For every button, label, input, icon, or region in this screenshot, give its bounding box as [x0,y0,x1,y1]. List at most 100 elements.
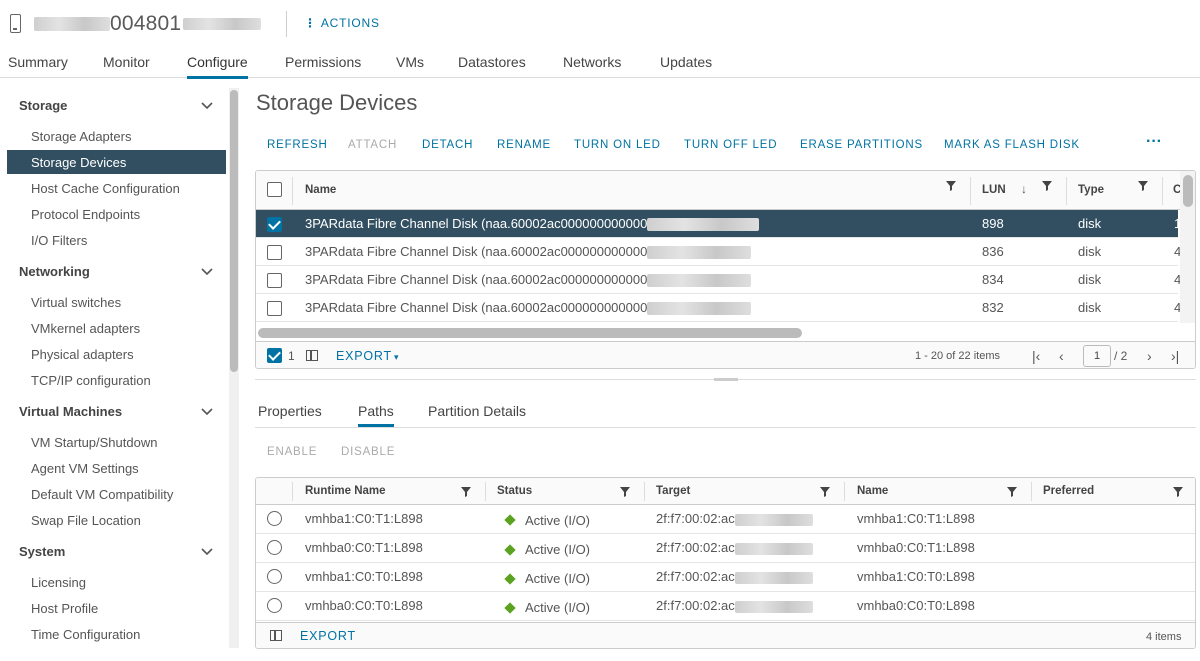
column-divider[interactable] [1066,177,1067,205]
actions-button[interactable]: ⋮ ACTIONS [304,16,380,30]
horizontal-scrollbar-thumb[interactable] [258,328,802,338]
table-row[interactable]: vmhba1:C0:T0:L898 Active (I/O) 2f:f7:00:… [256,563,1195,592]
column-header-lun[interactable]: LUN [982,184,1006,196]
filter-icon[interactable] [620,487,630,497]
column-divider[interactable] [970,177,971,205]
column-header-target[interactable]: Target [656,485,690,497]
row-checkbox[interactable] [267,273,282,288]
tab-vms[interactable]: VMs [396,54,424,70]
table-row[interactable]: 3PARdata Fibre Channel Disk (naa.60002ac… [256,238,1181,266]
row-radio[interactable] [267,598,282,613]
tab-networks[interactable]: Networks [563,54,621,70]
detach-button[interactable]: DETACH [422,139,473,151]
row-checkbox[interactable] [267,217,282,232]
sidebar-item-tcpip[interactable]: TCP/IP configuration [31,373,151,388]
tab-properties[interactable]: Properties [258,403,322,419]
sidebar-item-swap-file[interactable]: Swap File Location [31,513,141,528]
row-checkbox[interactable] [267,301,282,316]
table-row[interactable]: vmhba1:C0:T1:L898 Active (I/O) 2f:f7:00:… [256,505,1195,534]
tab-configure[interactable]: Configure [187,54,248,79]
sidebar-section-virtual-machines[interactable]: Virtual Machines [19,404,122,419]
filter-icon[interactable] [1042,181,1052,191]
sidebar-item-host-cache[interactable]: Host Cache Configuration [31,181,180,196]
sidebar-item-vm-startup[interactable]: VM Startup/Shutdown [31,435,157,450]
table-row[interactable]: vmhba0:C0:T1:L898 Active (I/O) 2f:f7:00:… [256,534,1195,563]
mark-flash-disk-button[interactable]: MARK AS FLASH DISK [944,139,1080,151]
sidebar-item-physical-adapters[interactable]: Physical adapters [31,347,134,362]
sidebar-item-time-config[interactable]: Time Configuration [31,627,140,642]
tab-permissions[interactable]: Permissions [285,54,361,70]
column-header-preferred[interactable]: Preferred [1043,485,1094,497]
column-toggle-icon[interactable] [306,350,318,361]
more-actions-icon[interactable]: ··· [1146,133,1162,151]
tab-updates[interactable]: Updates [660,54,712,70]
column-divider[interactable] [1162,177,1163,205]
column-toggle-icon[interactable] [270,630,282,641]
column-divider[interactable] [844,482,845,501]
column-divider[interactable] [1031,482,1032,501]
table-row[interactable]: vmhba0:C0:T0:L898 Active (I/O) 2f:f7:00:… [256,592,1195,621]
sidebar-item-vmkernel-adapters[interactable]: VMkernel adapters [31,321,140,336]
sidebar-scrollbar-thumb[interactable] [230,90,238,372]
table-row[interactable]: 3PARdata Fibre Channel Disk (naa.60002ac… [256,294,1181,322]
tab-partition-details[interactable]: Partition Details [428,403,526,419]
sidebar-section-system[interactable]: System [19,544,65,559]
erase-partitions-button[interactable]: ERASE PARTITIONS [800,139,923,151]
filter-icon[interactable] [946,181,956,191]
column-header-status[interactable]: Status [497,485,532,497]
column-divider[interactable] [644,482,645,501]
turn-off-led-button[interactable]: TURN OFF LED [684,139,777,151]
sidebar-section-storage[interactable]: Storage [19,98,67,113]
sidebar-item-default-vm-compat[interactable]: Default VM Compatibility [31,487,173,502]
column-header-name[interactable]: Name [857,485,888,497]
chevron-down-icon[interactable] [200,265,214,279]
tab-paths[interactable]: Paths [358,403,394,427]
sidebar-item-licensing[interactable]: Licensing [31,575,86,590]
disable-button[interactable]: DISABLE [341,446,395,458]
select-all-checkbox[interactable] [267,182,282,197]
column-header-name[interactable]: Name [305,184,336,196]
row-radio[interactable] [267,569,282,584]
sidebar-item-host-profile[interactable]: Host Profile [31,601,98,616]
filter-icon[interactable] [1173,487,1183,497]
row-radio[interactable] [267,540,282,555]
sort-descending-icon[interactable]: ↓ [1021,182,1027,196]
tab-summary[interactable]: Summary [8,54,68,70]
sidebar-item-virtual-switches[interactable]: Virtual switches [31,295,121,310]
filter-icon[interactable] [461,487,471,497]
tab-monitor[interactable]: Monitor [103,54,150,70]
sidebar-item-storage-adapters[interactable]: Storage Adapters [31,129,131,144]
rename-button[interactable]: RENAME [497,139,551,151]
filter-icon[interactable] [820,487,830,497]
attach-button[interactable]: ATTACH [348,139,397,151]
sidebar-section-networking[interactable]: Networking [19,264,90,279]
chevron-down-icon[interactable] [200,545,214,559]
previous-page-icon[interactable]: ‹ [1059,348,1064,364]
filter-icon[interactable] [1138,181,1148,191]
column-header-runtime-name[interactable]: Runtime Name [305,485,386,497]
column-divider[interactable] [485,482,486,501]
selected-count-checkbox[interactable] [267,348,282,363]
chevron-down-icon[interactable] [200,99,214,113]
turn-on-led-button[interactable]: TURN ON LED [574,139,661,151]
table-row[interactable]: 3PARdata Fibre Channel Disk (naa.60002ac… [256,210,1181,238]
column-header-type[interactable]: Type [1078,184,1104,196]
last-page-icon[interactable]: ›| [1171,348,1179,364]
chevron-down-icon[interactable] [200,405,214,419]
enable-button[interactable]: ENABLE [267,446,317,458]
row-checkbox[interactable] [267,245,282,260]
table-row[interactable]: 3PARdata Fibre Channel Disk (naa.60002ac… [256,266,1181,294]
export-button[interactable]: EXPORT [300,629,356,643]
sidebar-item-io-filters[interactable]: I/O Filters [31,233,87,248]
filter-icon[interactable] [1007,487,1017,497]
vertical-scrollbar-thumb[interactable] [1183,175,1193,207]
first-page-icon[interactable]: |‹ [1032,348,1040,364]
export-dropdown[interactable]: EXPORT ▾ [336,349,399,363]
refresh-button[interactable]: REFRESH [267,139,328,151]
next-page-icon[interactable]: › [1147,348,1152,364]
row-radio[interactable] [267,511,282,526]
tab-datastores[interactable]: Datastores [458,54,526,70]
splitter-handle[interactable] [714,378,738,381]
sidebar-item-agent-vm[interactable]: Agent VM Settings [31,461,139,476]
page-number-input[interactable]: 1 [1083,345,1111,367]
